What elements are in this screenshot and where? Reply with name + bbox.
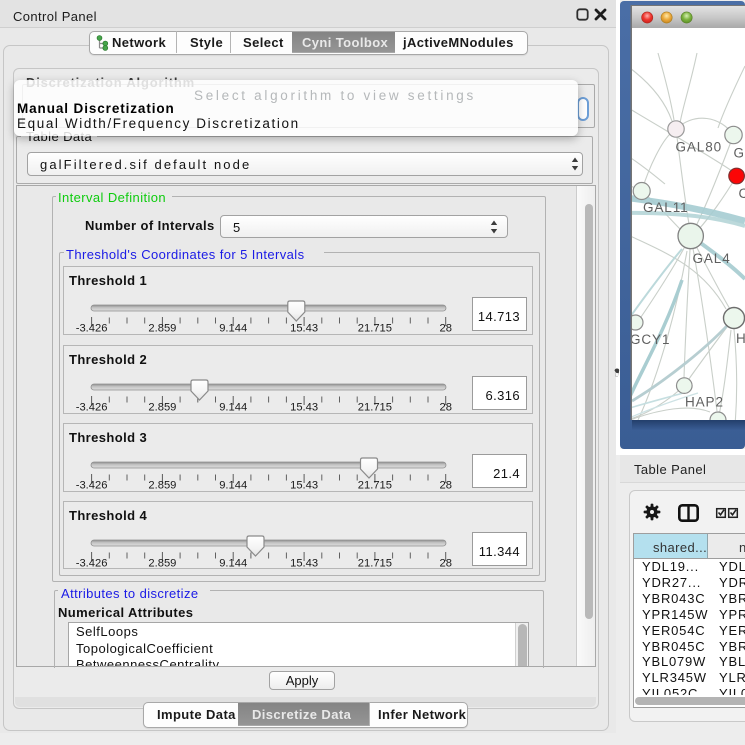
svg-text:HI: HI (736, 331, 745, 346)
svg-text:28: 28 (439, 558, 451, 570)
svg-text:9.144: 9.144 (219, 558, 247, 570)
svg-text:9.144: 9.144 (219, 480, 247, 492)
svg-text:21.715: 21.715 (358, 480, 392, 492)
svg-text:HAP2: HAP2 (685, 395, 724, 410)
svg-text:9.144: 9.144 (219, 323, 247, 335)
svg-text:2.859: 2.859 (148, 402, 176, 414)
svg-text:GAL4: GAL4 (693, 251, 731, 266)
svg-text:21.715: 21.715 (358, 402, 392, 414)
svg-text:28: 28 (439, 480, 451, 492)
svg-text:28: 28 (439, 402, 451, 414)
svg-text:15.43: 15.43 (290, 323, 318, 335)
svg-text:15.43: 15.43 (290, 558, 318, 570)
svg-text:GA: GA (734, 146, 745, 161)
svg-text:-3.426: -3.426 (76, 402, 108, 414)
svg-text:-3.426: -3.426 (76, 323, 108, 335)
svg-text:C: C (739, 186, 745, 201)
svg-text:9.144: 9.144 (219, 402, 247, 414)
svg-text:15.43: 15.43 (290, 480, 318, 492)
svg-text:GAL11: GAL11 (643, 200, 689, 215)
svg-text:21.715: 21.715 (358, 323, 392, 335)
svg-text:28: 28 (439, 323, 451, 335)
svg-text:21.715: 21.715 (358, 558, 392, 570)
svg-text:2.859: 2.859 (148, 323, 176, 335)
svg-text:2.859: 2.859 (148, 480, 176, 492)
svg-text:GCY1: GCY1 (630, 332, 670, 347)
svg-text:-3.426: -3.426 (76, 480, 108, 492)
svg-text:-3.426: -3.426 (76, 558, 108, 570)
svg-text:15.43: 15.43 (290, 402, 318, 414)
svg-text:2.859: 2.859 (148, 558, 176, 570)
svg-text:GAL80: GAL80 (676, 140, 723, 155)
